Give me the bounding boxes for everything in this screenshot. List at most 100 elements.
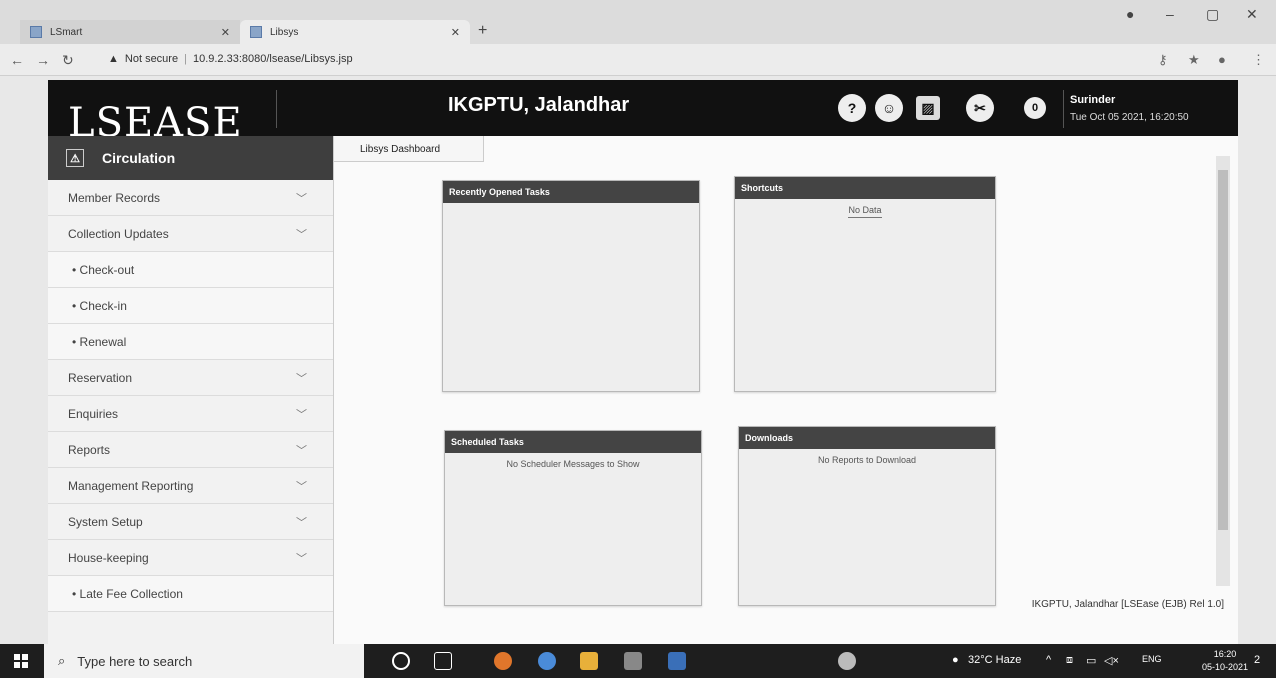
sidebar-item-check-in[interactable]: • Check-in [48, 288, 333, 324]
panel-title: Scheduled Tasks [445, 431, 701, 453]
warning-icon: ▲ [108, 53, 119, 65]
datetime-label: Tue Oct 05 2021, 16:20:50 [1070, 112, 1189, 123]
browser-tab-bar: LSmart ✕ Libsys ✕ + ● – ▢ ✕ [0, 0, 1276, 44]
browser-tab-libsys[interactable]: Libsys ✕ [240, 20, 470, 44]
sidebar-item-reservation[interactable]: Reservation ﹀ [48, 360, 333, 396]
sidebar-section-header[interactable]: ⚠ Circulation [48, 136, 333, 180]
menu-dots-icon[interactable]: ⋮ [1252, 52, 1265, 68]
sidebar-item-label: Management Reporting [68, 478, 194, 493]
tab-libsys-dashboard[interactable]: Libsys Dashboard [334, 136, 484, 162]
os-taskbar: ⌕ Type here to search ● 32°C Haze ^ ⧈ ▭ … [0, 644, 1276, 678]
image-icon[interactable]: ▨ [916, 96, 940, 120]
tab-favicon-icon [250, 26, 262, 38]
sidebar-item-member-records[interactable]: Member Records ﹀ [48, 180, 333, 216]
search-icon: ⌕ [58, 653, 66, 668]
main-content: Libsys Dashboard Recently Opened Tasks S… [334, 136, 1238, 644]
sidebar-item-house-keeping[interactable]: House-keeping ﹀ [48, 540, 333, 576]
sidebar-item-check-out[interactable]: • Check-out [48, 252, 333, 288]
windows-start-icon[interactable] [14, 654, 28, 668]
chevron-down-icon: ﹀ [296, 516, 307, 529]
taskbar-search[interactable]: ⌕ Type here to search [44, 644, 364, 678]
new-tab-icon[interactable]: + [478, 22, 487, 40]
display-icon[interactable]: ▭ [1086, 654, 1096, 667]
message-wrap: No Data [735, 199, 995, 218]
weather-label[interactable]: 32°C Haze [968, 654, 1021, 666]
sidebar-item-label: Member Records [68, 190, 161, 205]
clock-date: 05-10-2021 [1201, 662, 1248, 672]
reload-icon[interactable]: ↻ [62, 52, 74, 69]
help-icon[interactable] [838, 652, 856, 670]
sidebar-item-enquiries[interactable]: Enquiries ﹀ [48, 396, 333, 432]
divider [1063, 90, 1064, 128]
shortcuts-panel: Shortcuts No Data [734, 176, 996, 392]
downloads-panel: Downloads No Reports to Download [738, 426, 996, 606]
panel-title: Recently Opened Tasks [443, 181, 699, 203]
close-window-icon[interactable]: ✕ [1246, 6, 1258, 23]
sidebar-item-renewal[interactable]: • Renewal [48, 324, 333, 360]
panel-title: Shortcuts [735, 177, 995, 199]
address-bar: ← → ↻ ▲ Not secure | 10.9.2.33:8080/lsea… [0, 44, 1276, 76]
chevron-down-icon: ﹀ [296, 552, 307, 565]
star-icon[interactable]: ★ [1188, 52, 1200, 68]
app-header: LSEASE IKGPTU, Jalandhar ? ☺ ▨ ✂ 0 Surin… [48, 80, 1238, 146]
scrollbar-thumb[interactable] [1218, 170, 1228, 530]
sidebar-item-management-reporting[interactable]: Management Reporting ﹀ [48, 468, 333, 504]
people-icon[interactable]: ☺ [875, 94, 903, 122]
downloads-empty-message: No Reports to Download [817, 455, 917, 465]
sidebar-item-label: • Check-out [72, 262, 135, 277]
sidebar-section-title: Circulation [102, 150, 176, 166]
volume-icon[interactable]: ◁× [1104, 654, 1119, 667]
clock-time: 16:20 [1213, 649, 1237, 659]
chevron-down-icon: ﹀ [296, 444, 307, 457]
sidebar-item-system-setup[interactable]: System Setup ﹀ [48, 504, 333, 540]
app-footer: IKGPTU, Jalandhar [LSEase (EJB) Rel 1.0] [1031, 599, 1224, 610]
sidebar-item-label: • Renewal [72, 334, 127, 349]
security-label: Not secure [124, 53, 179, 65]
file-explorer-icon[interactable] [580, 652, 598, 670]
url-text: 10.9.2.33:8080/lsease/Libsys.jsp [192, 53, 353, 65]
app-icon[interactable] [624, 652, 642, 670]
recent-tasks-panel: Recently Opened Tasks [442, 180, 700, 392]
account-icon[interactable]: ● [1218, 52, 1226, 67]
notification-count-badge[interactable]: 0 [1024, 97, 1046, 119]
profile-circle-icon[interactable]: ● [1126, 6, 1134, 22]
browser-tab-lsmart[interactable]: LSmart ✕ [20, 20, 240, 44]
task-view-icon[interactable] [434, 652, 452, 670]
network-icon[interactable]: ⧈ [1066, 654, 1073, 667]
sidebar: ⚠ Circulation Member Records ﹀ Collectio… [48, 136, 334, 644]
back-icon[interactable]: ← [10, 52, 24, 68]
sidebar-item-label: • Late Fee Collection [72, 586, 183, 601]
search-placeholder: Type here to search [77, 653, 193, 669]
cortana-icon[interactable] [392, 652, 410, 670]
vertical-scrollbar[interactable] [1216, 156, 1230, 586]
help-icon[interactable]: ? [838, 94, 866, 122]
tray-chevron-up-icon[interactable]: ^ [1046, 654, 1051, 666]
sidebar-item-label: House-keeping [68, 550, 149, 565]
maximize-icon[interactable]: ▢ [1206, 6, 1219, 23]
firefox-icon[interactable] [494, 652, 512, 670]
user-name[interactable]: Surinder [1070, 94, 1115, 106]
language-indicator[interactable]: ENG [1142, 654, 1162, 664]
sidebar-item-collection-updates[interactable]: Collection Updates ﹀ [48, 216, 333, 252]
forward-icon[interactable]: → [36, 52, 50, 68]
minimize-icon[interactable]: – [1166, 6, 1174, 22]
url-field[interactable]: ▲ Not secure | 10.9.2.33:8080/lsease/Lib… [108, 53, 353, 65]
scheduled-empty-message: No Scheduler Messages to Show [506, 459, 640, 469]
key-icon[interactable]: ⚷ [1158, 52, 1168, 68]
sidebar-item-label: Enquiries [68, 406, 119, 421]
url-separator: | [184, 53, 187, 65]
tab-label: Libsys [270, 26, 299, 38]
tools-icon[interactable]: ✂ [966, 94, 994, 122]
chevron-down-icon: ﹀ [296, 372, 307, 385]
app-icon[interactable] [668, 652, 686, 670]
circulation-icon: ⚠ [66, 149, 84, 167]
weather-icon: ● [952, 654, 959, 666]
sidebar-item-label: Reports [68, 442, 111, 457]
sidebar-item-late-fee-collection[interactable]: • Late Fee Collection [48, 576, 333, 612]
close-tab-icon[interactable]: ✕ [451, 26, 460, 39]
taskbar-clock[interactable]: 16:20 05-10-2021 [1202, 648, 1248, 674]
chrome-icon[interactable] [538, 652, 556, 670]
close-tab-icon[interactable]: ✕ [221, 26, 230, 39]
notification-count[interactable]: 2 [1254, 654, 1260, 666]
sidebar-item-reports[interactable]: Reports ﹀ [48, 432, 333, 468]
